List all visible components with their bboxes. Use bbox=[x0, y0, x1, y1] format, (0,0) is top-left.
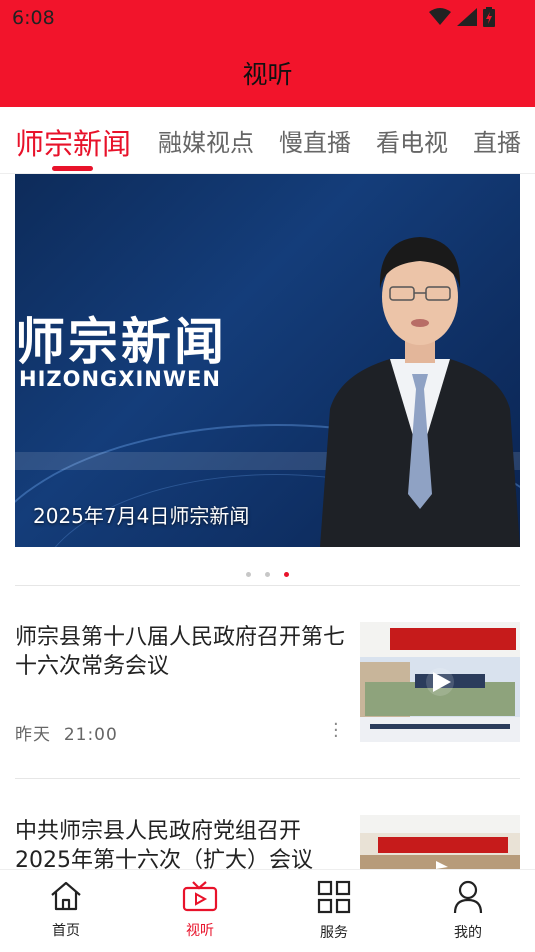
news-title[interactable]: 中共师宗县人民政府党组召开2025年第十六次（扩大）会议 bbox=[15, 817, 350, 875]
nav-video[interactable]: 视听 bbox=[150, 880, 250, 940]
tab-watch-tv[interactable]: 看电视 bbox=[376, 123, 448, 158]
carousel-dot[interactable] bbox=[246, 572, 251, 577]
home-icon bbox=[51, 881, 81, 911]
banner-logo-text: 师宗新闻 bbox=[15, 312, 227, 371]
tab-indicator bbox=[52, 166, 93, 171]
signal-icon bbox=[457, 8, 477, 26]
news-time: 21:00 bbox=[63, 725, 118, 745]
news-anchor-image bbox=[320, 237, 520, 547]
grid-icon bbox=[317, 880, 351, 914]
nav-service[interactable]: 服务 bbox=[284, 880, 384, 942]
news-thumbnail[interactable] bbox=[360, 815, 520, 869]
news-meta: 昨天 21:00 bbox=[15, 720, 118, 745]
news-thumbnail[interactable] bbox=[360, 622, 520, 742]
nav-home-label: 首页 bbox=[52, 923, 80, 939]
divider bbox=[15, 778, 520, 779]
nav-mine-label: 我的 bbox=[454, 925, 482, 941]
nav-service-label: 服务 bbox=[320, 925, 348, 941]
banner-logo-pinyin: HIZONGXINWEN bbox=[19, 367, 221, 391]
tab-slow-live[interactable]: 慢直播 bbox=[279, 123, 351, 158]
nav-home[interactable]: 首页 bbox=[16, 880, 116, 940]
category-tabs: 师宗新闻 融媒视点 慢直播 看电视 直播 bbox=[0, 107, 535, 174]
page-title: 视听 bbox=[242, 60, 293, 89]
tab-media-viewpoint[interactable]: 融媒视点 bbox=[158, 123, 254, 158]
tab-shizong-news[interactable]: 师宗新闻 bbox=[15, 121, 131, 163]
bottom-navigation: 首页 视听 服务 我的 bbox=[0, 869, 535, 952]
status-time: 6:08 bbox=[12, 7, 55, 29]
wifi-icon bbox=[429, 8, 451, 25]
more-options-icon[interactable]: · · · bbox=[333, 716, 339, 746]
news-title[interactable]: 师宗县第十八届人民政府召开第七十六次常务会议 bbox=[15, 623, 350, 681]
video-icon bbox=[182, 881, 218, 912]
carousel-dot[interactable] bbox=[265, 572, 270, 577]
app-header: 6:08 视听 bbox=[0, 0, 535, 107]
carousel-dot-active[interactable] bbox=[284, 572, 289, 577]
news-date: 昨天 bbox=[15, 725, 51, 745]
divider bbox=[15, 585, 520, 586]
banner-caption: 2025年7月4日师宗新闻 bbox=[33, 504, 250, 528]
banner-carousel[interactable]: 师宗新闻 HIZONGXINWEN 2025年7月4日师宗新闻 bbox=[15, 174, 520, 547]
status-icons bbox=[429, 7, 495, 27]
carousel-indicators bbox=[0, 562, 535, 581]
nav-video-label: 视听 bbox=[186, 923, 214, 939]
nav-mine[interactable]: 我的 bbox=[418, 880, 518, 942]
battery-icon bbox=[483, 7, 495, 27]
user-icon bbox=[453, 880, 483, 914]
status-bar: 6:08 bbox=[0, 0, 535, 36]
tab-live[interactable]: 直播 bbox=[473, 123, 521, 158]
